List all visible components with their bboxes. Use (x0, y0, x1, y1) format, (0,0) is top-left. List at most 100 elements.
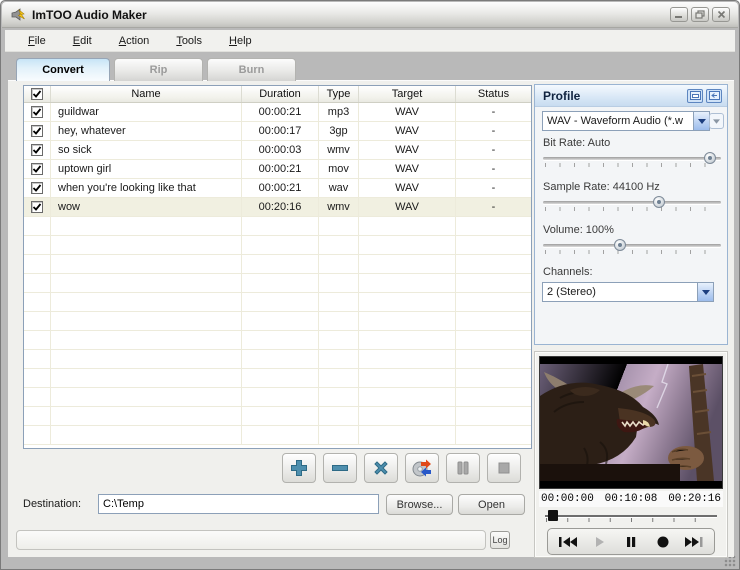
browse-button[interactable]: Browse... (386, 494, 453, 515)
empty-cell (359, 426, 456, 444)
convert-disc-button[interactable] (405, 453, 439, 483)
empty-cell (319, 388, 359, 406)
seek-slider[interactable] (545, 509, 717, 525)
menu-item-tools[interactable]: Tools (167, 32, 211, 50)
row-checkbox[interactable] (31, 182, 43, 194)
empty-cell (51, 274, 242, 292)
stop-button[interactable] (650, 532, 676, 551)
video-preview (539, 356, 723, 489)
row-checkbox[interactable] (31, 163, 43, 175)
app-logo-icon (10, 7, 26, 23)
menu-item-help[interactable]: Help (220, 32, 261, 50)
empty-cell (319, 407, 359, 425)
table-row[interactable]: so sick00:00:03wmvWAV- (24, 141, 531, 160)
empty-cell (24, 426, 51, 444)
menu-item-edit[interactable]: Edit (64, 32, 101, 50)
cell-name: uptown girl (51, 160, 242, 178)
column-header-name[interactable]: Name (51, 86, 242, 102)
tab-convert[interactable]: Convert (16, 58, 110, 81)
cell-st: - (456, 198, 531, 216)
cell-dur: 00:00:17 (242, 122, 319, 140)
add-file-button[interactable] (282, 453, 316, 483)
log-button[interactable]: Log (490, 531, 510, 549)
row-checkbox[interactable] (31, 201, 43, 213)
seek-thumb[interactable] (548, 510, 558, 521)
format-select[interactable]: WAV - Waveform Audio (*.w (542, 111, 710, 131)
close-button[interactable] (712, 7, 730, 22)
empty-cell (242, 274, 319, 292)
select-all-checkbox-cell (24, 86, 51, 102)
empty-cell (242, 293, 319, 311)
slider-thumb[interactable] (653, 196, 665, 208)
cell-name: guildwar (51, 103, 242, 121)
table-row[interactable]: when you're looking like that00:00:21wav… (24, 179, 531, 198)
table-row[interactable]: guildwar00:00:21mp3WAV- (24, 103, 531, 122)
stop-encoding-button[interactable] (487, 453, 521, 483)
panel-dock-icon[interactable] (706, 89, 722, 103)
row-checkbox[interactable] (31, 125, 43, 137)
column-header-target[interactable]: Target (359, 86, 456, 102)
restore-button[interactable] (691, 7, 709, 22)
slider-thumb[interactable] (614, 239, 626, 251)
empty-cell (242, 350, 319, 368)
empty-cell (51, 407, 242, 425)
volume-slider[interactable] (543, 239, 721, 257)
pause-encoding-button[interactable] (446, 453, 480, 483)
tab-rip[interactable]: Rip (114, 58, 203, 81)
skip-end-button[interactable] (681, 532, 707, 551)
empty-cell (51, 217, 242, 235)
tab-burn[interactable]: Burn (207, 58, 296, 81)
column-header-duration[interactable]: Duration (242, 86, 319, 102)
convert-tab-page: NameDurationTypeTargetStatus guildwar00:… (8, 80, 734, 557)
cell-tgt: WAV (359, 122, 456, 140)
empty-cell (359, 388, 456, 406)
cell-type: wav (319, 179, 359, 197)
empty-cell (456, 274, 531, 292)
row-checkbox[interactable] (31, 106, 43, 118)
empty-row (24, 388, 531, 407)
empty-cell (51, 312, 242, 330)
empty-cell (242, 255, 319, 273)
empty-cell (242, 407, 319, 425)
clear-list-button[interactable] (364, 453, 398, 483)
empty-cell (51, 426, 242, 444)
format-expand-button[interactable] (709, 113, 724, 129)
panel-layout-icon[interactable] (687, 89, 703, 103)
cell-dur: 00:00:21 (242, 103, 319, 121)
cell-type: wmv (319, 141, 359, 159)
table-row[interactable]: hey, whatever00:00:173gpWAV- (24, 122, 531, 141)
table-row[interactable]: wow00:20:16wmvWAV- (24, 198, 531, 217)
row-checkbox[interactable] (31, 144, 43, 156)
empty-cell (456, 388, 531, 406)
channels-select[interactable]: 2 (Stereo) (542, 282, 714, 302)
empty-cell (319, 312, 359, 330)
row-checkbox-cell (24, 141, 51, 159)
pause-button[interactable] (618, 532, 644, 551)
empty-cell (24, 350, 51, 368)
chevron-down-icon[interactable] (693, 112, 709, 130)
open-button[interactable]: Open (458, 494, 525, 515)
column-header-status[interactable]: Status (456, 86, 531, 102)
empty-cell (359, 369, 456, 387)
title-bar: ImTOO Audio Maker (2, 2, 738, 28)
column-header-type[interactable]: Type (319, 86, 359, 102)
samplerate-slider[interactable] (543, 196, 721, 214)
remove-file-button[interactable] (323, 453, 357, 483)
menu-item-file[interactable]: File (19, 32, 55, 50)
empty-row (24, 217, 531, 236)
select-all-checkbox[interactable] (31, 88, 43, 100)
menu-item-action[interactable]: Action (110, 32, 159, 50)
cell-tgt: WAV (359, 141, 456, 159)
chevron-down-icon[interactable] (697, 283, 713, 301)
cell-st: - (456, 103, 531, 121)
minimize-button[interactable] (670, 7, 688, 22)
skip-start-button[interactable] (555, 532, 581, 551)
play-button[interactable] (586, 532, 612, 551)
bitrate-slider[interactable] (543, 152, 721, 170)
cell-name: so sick (51, 141, 242, 159)
destination-input[interactable] (98, 494, 379, 514)
empty-cell (24, 388, 51, 406)
row-checkbox-cell (24, 198, 51, 216)
table-row[interactable]: uptown girl00:00:21movWAV- (24, 160, 531, 179)
empty-cell (359, 312, 456, 330)
